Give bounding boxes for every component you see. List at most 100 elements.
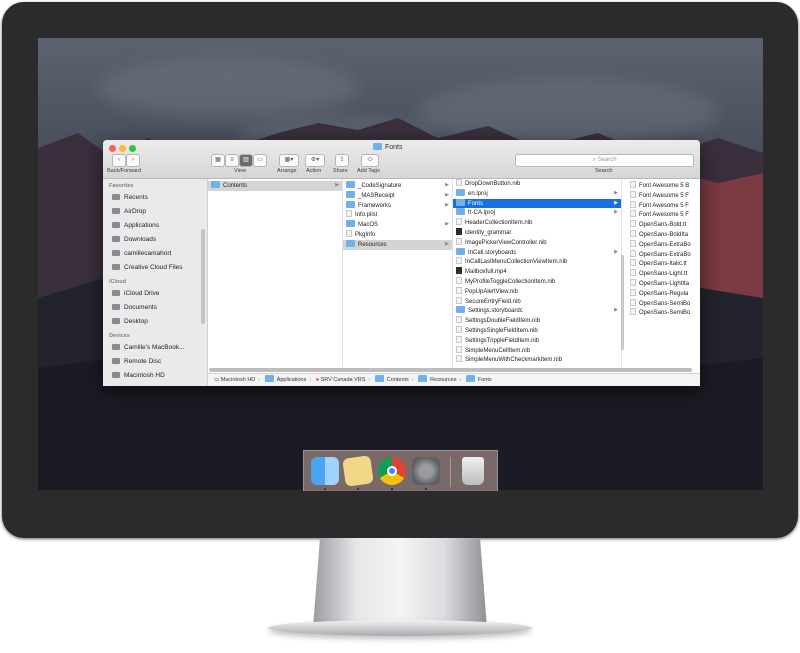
- chevron-right-icon: ›: [132, 157, 134, 163]
- sidebar-item-creative-cloud[interactable]: Creative Cloud Files: [103, 261, 207, 275]
- list-item[interactable]: en.lproj ▶: [453, 188, 621, 199]
- font-file-icon: [630, 229, 636, 237]
- sidebar-item-remote-disc[interactable]: Remote Disc: [103, 355, 207, 369]
- list-item[interactable]: identity_grammar: [453, 227, 621, 238]
- back-button[interactable]: ‹: [112, 154, 126, 167]
- path-item[interactable]: Applications: [277, 377, 307, 383]
- finder-icon[interactable]: [311, 457, 339, 485]
- list-item[interactable]: _MASReceipt ▶: [343, 190, 452, 201]
- sidebar-item-macintosh-hd[interactable]: Macintosh HD: [103, 369, 207, 383]
- path-item[interactable]: SRV Canada VRS: [321, 377, 366, 383]
- list-item[interactable]: PkgInfo: [343, 229, 452, 240]
- list-item[interactable]: Font Awesome 5 F: [627, 200, 700, 211]
- list-item[interactable]: SecureEntryField.nib: [453, 296, 621, 307]
- path-item[interactable]: Resources: [430, 377, 456, 383]
- sidebar-header-icloud: iCloud: [109, 279, 127, 285]
- list-item[interactable]: SimpleMenuWithCheckmarkItem.nib: [453, 355, 621, 365]
- list-item[interactable]: ImagePickerViewController.nib: [453, 237, 621, 248]
- list-item[interactable]: OpenSans-LightIta: [627, 278, 700, 289]
- close-button[interactable]: [109, 145, 116, 152]
- list-item[interactable]: Info.plist: [343, 210, 452, 220]
- list-item[interactable]: InCall.storyboardc ▶: [453, 247, 621, 258]
- list-item[interactable]: PopUpAlertView.nib: [453, 286, 621, 297]
- list-item[interactable]: MyProfileToggleCollectionItem.nib: [453, 276, 621, 287]
- list-item[interactable]: Frameworks ▶: [343, 200, 452, 211]
- folder-icon: [374, 375, 384, 382]
- share-button[interactable]: ⇪: [335, 154, 349, 167]
- grid-icon: ▦: [215, 157, 221, 163]
- folder-icon: [456, 247, 465, 255]
- tag-icon: ⬭: [367, 157, 373, 163]
- list-item[interactable]: OpenSans-ExtraBo: [627, 239, 700, 250]
- arrange-button[interactable]: ▦▾: [279, 154, 299, 167]
- sidebar-item-home[interactable]: camillecamahort: [103, 247, 207, 261]
- list-item[interactable]: Settings.storyboardc ▶: [453, 306, 621, 316]
- chevron-left-icon: ‹: [118, 157, 120, 163]
- list-item[interactable]: MacOS ▶: [343, 220, 452, 230]
- list-item[interactable]: OpenSans-SemiBo: [627, 308, 700, 318]
- search-input[interactable]: ⌕ Search: [515, 154, 694, 167]
- sidebar-item-applications[interactable]: Applications: [103, 219, 207, 233]
- forward-button[interactable]: ›: [126, 154, 140, 167]
- system-preferences-icon[interactable]: [412, 457, 440, 485]
- list-item[interactable]: OpenSans-BoldIta: [627, 229, 700, 240]
- list-item[interactable]: Mailboxfull.mp4: [453, 267, 621, 277]
- list-view-button[interactable]: ≡: [225, 154, 239, 167]
- pages-icon[interactable]: [342, 455, 374, 487]
- column-vertical-scrollbar[interactable]: [621, 255, 624, 350]
- list-item[interactable]: OpenSans-Bold.tt: [627, 220, 700, 230]
- minimize-button[interactable]: [119, 145, 126, 152]
- path-bar: ▭ Macintosh HD › Applications › ● SRV Cana…: [208, 373, 700, 386]
- list-item[interactable]: OpenSans-ExtraBo: [627, 249, 700, 260]
- list-item[interactable]: Font Awesome 5 F: [627, 210, 700, 220]
- path-item[interactable]: Contents: [387, 377, 409, 383]
- zoom-button[interactable]: [129, 145, 136, 152]
- list-item[interactable]: Resources ▶: [343, 239, 452, 250]
- gallery-view-button[interactable]: ▭: [253, 154, 267, 167]
- list-item[interactable]: InCallLastMenuCollectionViewItem.nib: [453, 257, 621, 267]
- sidebar-item-desktop[interactable]: Desktop: [103, 315, 207, 329]
- list-item[interactable]: Font Awesome 5 F: [627, 190, 700, 201]
- list-item[interactable]: SimpleMenuCellItem.nib: [453, 345, 621, 356]
- list-item[interactable]: SettingsSingleFieldItem.nib: [453, 325, 621, 336]
- list-item[interactable]: _CodeSignature ▶: [343, 181, 452, 191]
- chevron-right-icon: ›: [309, 377, 312, 383]
- list-item[interactable]: fr-CA.lproj ▶: [453, 208, 621, 218]
- path-item[interactable]: Fonts: [478, 377, 492, 383]
- horizontal-scrollbar[interactable]: [209, 368, 692, 372]
- sidebar-item-airdrop[interactable]: AirDrop: [103, 205, 207, 219]
- airdrop-icon: [112, 208, 120, 214]
- list-item[interactable]: OpenSans-Italic.tt: [627, 259, 700, 269]
- list-item[interactable]: OpenSans-Light.tt: [627, 269, 700, 279]
- trash-icon[interactable]: [462, 457, 484, 485]
- sidebar-item-documents[interactable]: Documents: [103, 301, 207, 315]
- icon-view-button[interactable]: ▦: [211, 154, 225, 167]
- list-item[interactable]: Font Awesome 5 B: [627, 181, 700, 191]
- file-icon: [346, 229, 352, 237]
- list-item[interactable]: OpenSans-Regula: [627, 288, 700, 299]
- path-item[interactable]: Macintosh HD: [221, 377, 256, 383]
- arrange-label: Arrange: [277, 168, 297, 174]
- list-item[interactable]: SettingsDoubleFieldItem.nib: [453, 316, 621, 326]
- list-item[interactable]: DropDownButton.nib: [453, 179, 621, 189]
- column-3: DropDownButton.nib en.lproj ▶ Fonts ▶ fr-C…: [453, 179, 622, 367]
- hard-drive-icon: [112, 372, 120, 378]
- action-button[interactable]: ⚙▾: [305, 154, 325, 167]
- sidebar-item-recents[interactable]: Recents: [103, 191, 207, 205]
- list-item[interactable]: Contents ▶: [208, 181, 342, 191]
- folder-icon: [456, 198, 465, 206]
- sidebar-scrollbar[interactable]: [201, 229, 205, 324]
- add-tags-button[interactable]: ⬭: [361, 154, 379, 167]
- list-item[interactable]: Fonts ▶: [453, 198, 621, 209]
- folder-icon: [346, 190, 355, 198]
- chrome-icon[interactable]: [378, 457, 406, 485]
- gear-icon: ⚙▾: [310, 157, 320, 163]
- column-view-button[interactable]: ▥: [239, 154, 253, 167]
- action-label: Action: [306, 168, 322, 174]
- sidebar-item-macbook[interactable]: Camille's MacBook...: [103, 341, 207, 355]
- list-item[interactable]: HeaderCollectionItem.nib: [453, 218, 621, 228]
- sidebar-item-icloud-drive[interactable]: iCloud Drive: [103, 287, 207, 301]
- list-item[interactable]: SettingsTrippleFieldItem.nib: [453, 335, 621, 346]
- list-item[interactable]: OpenSans-SemiBo: [627, 298, 700, 309]
- sidebar-item-downloads[interactable]: Downloads: [103, 233, 207, 247]
